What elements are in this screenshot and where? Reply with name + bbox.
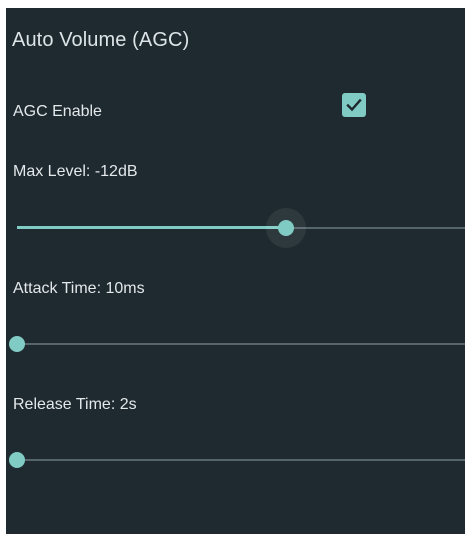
slider-thumb[interactable] [9,336,25,352]
max-level-label: Max Level: -12dB [13,163,138,180]
attack-time-slider[interactable] [9,329,465,359]
slider-thumb[interactable] [277,220,294,236]
slider-thumb[interactable] [9,452,25,468]
agc-enable-label: AGC Enable [13,103,102,120]
attack-time-label: Attack Time: 10ms [13,280,145,297]
slider-track [17,459,465,461]
slider-fill [17,226,286,229]
agc-settings-panel: Auto Volume (AGC) AGC Enable Max Level: … [6,8,465,534]
agc-enable-checkbox[interactable] [342,93,366,117]
section-title: Auto Volume (AGC) [12,29,190,51]
checkmark-icon [346,98,362,112]
release-time-label: Release Time: 2s [13,396,137,413]
slider-track [17,343,465,345]
release-time-slider[interactable] [9,445,465,475]
max-level-slider[interactable] [13,208,465,248]
